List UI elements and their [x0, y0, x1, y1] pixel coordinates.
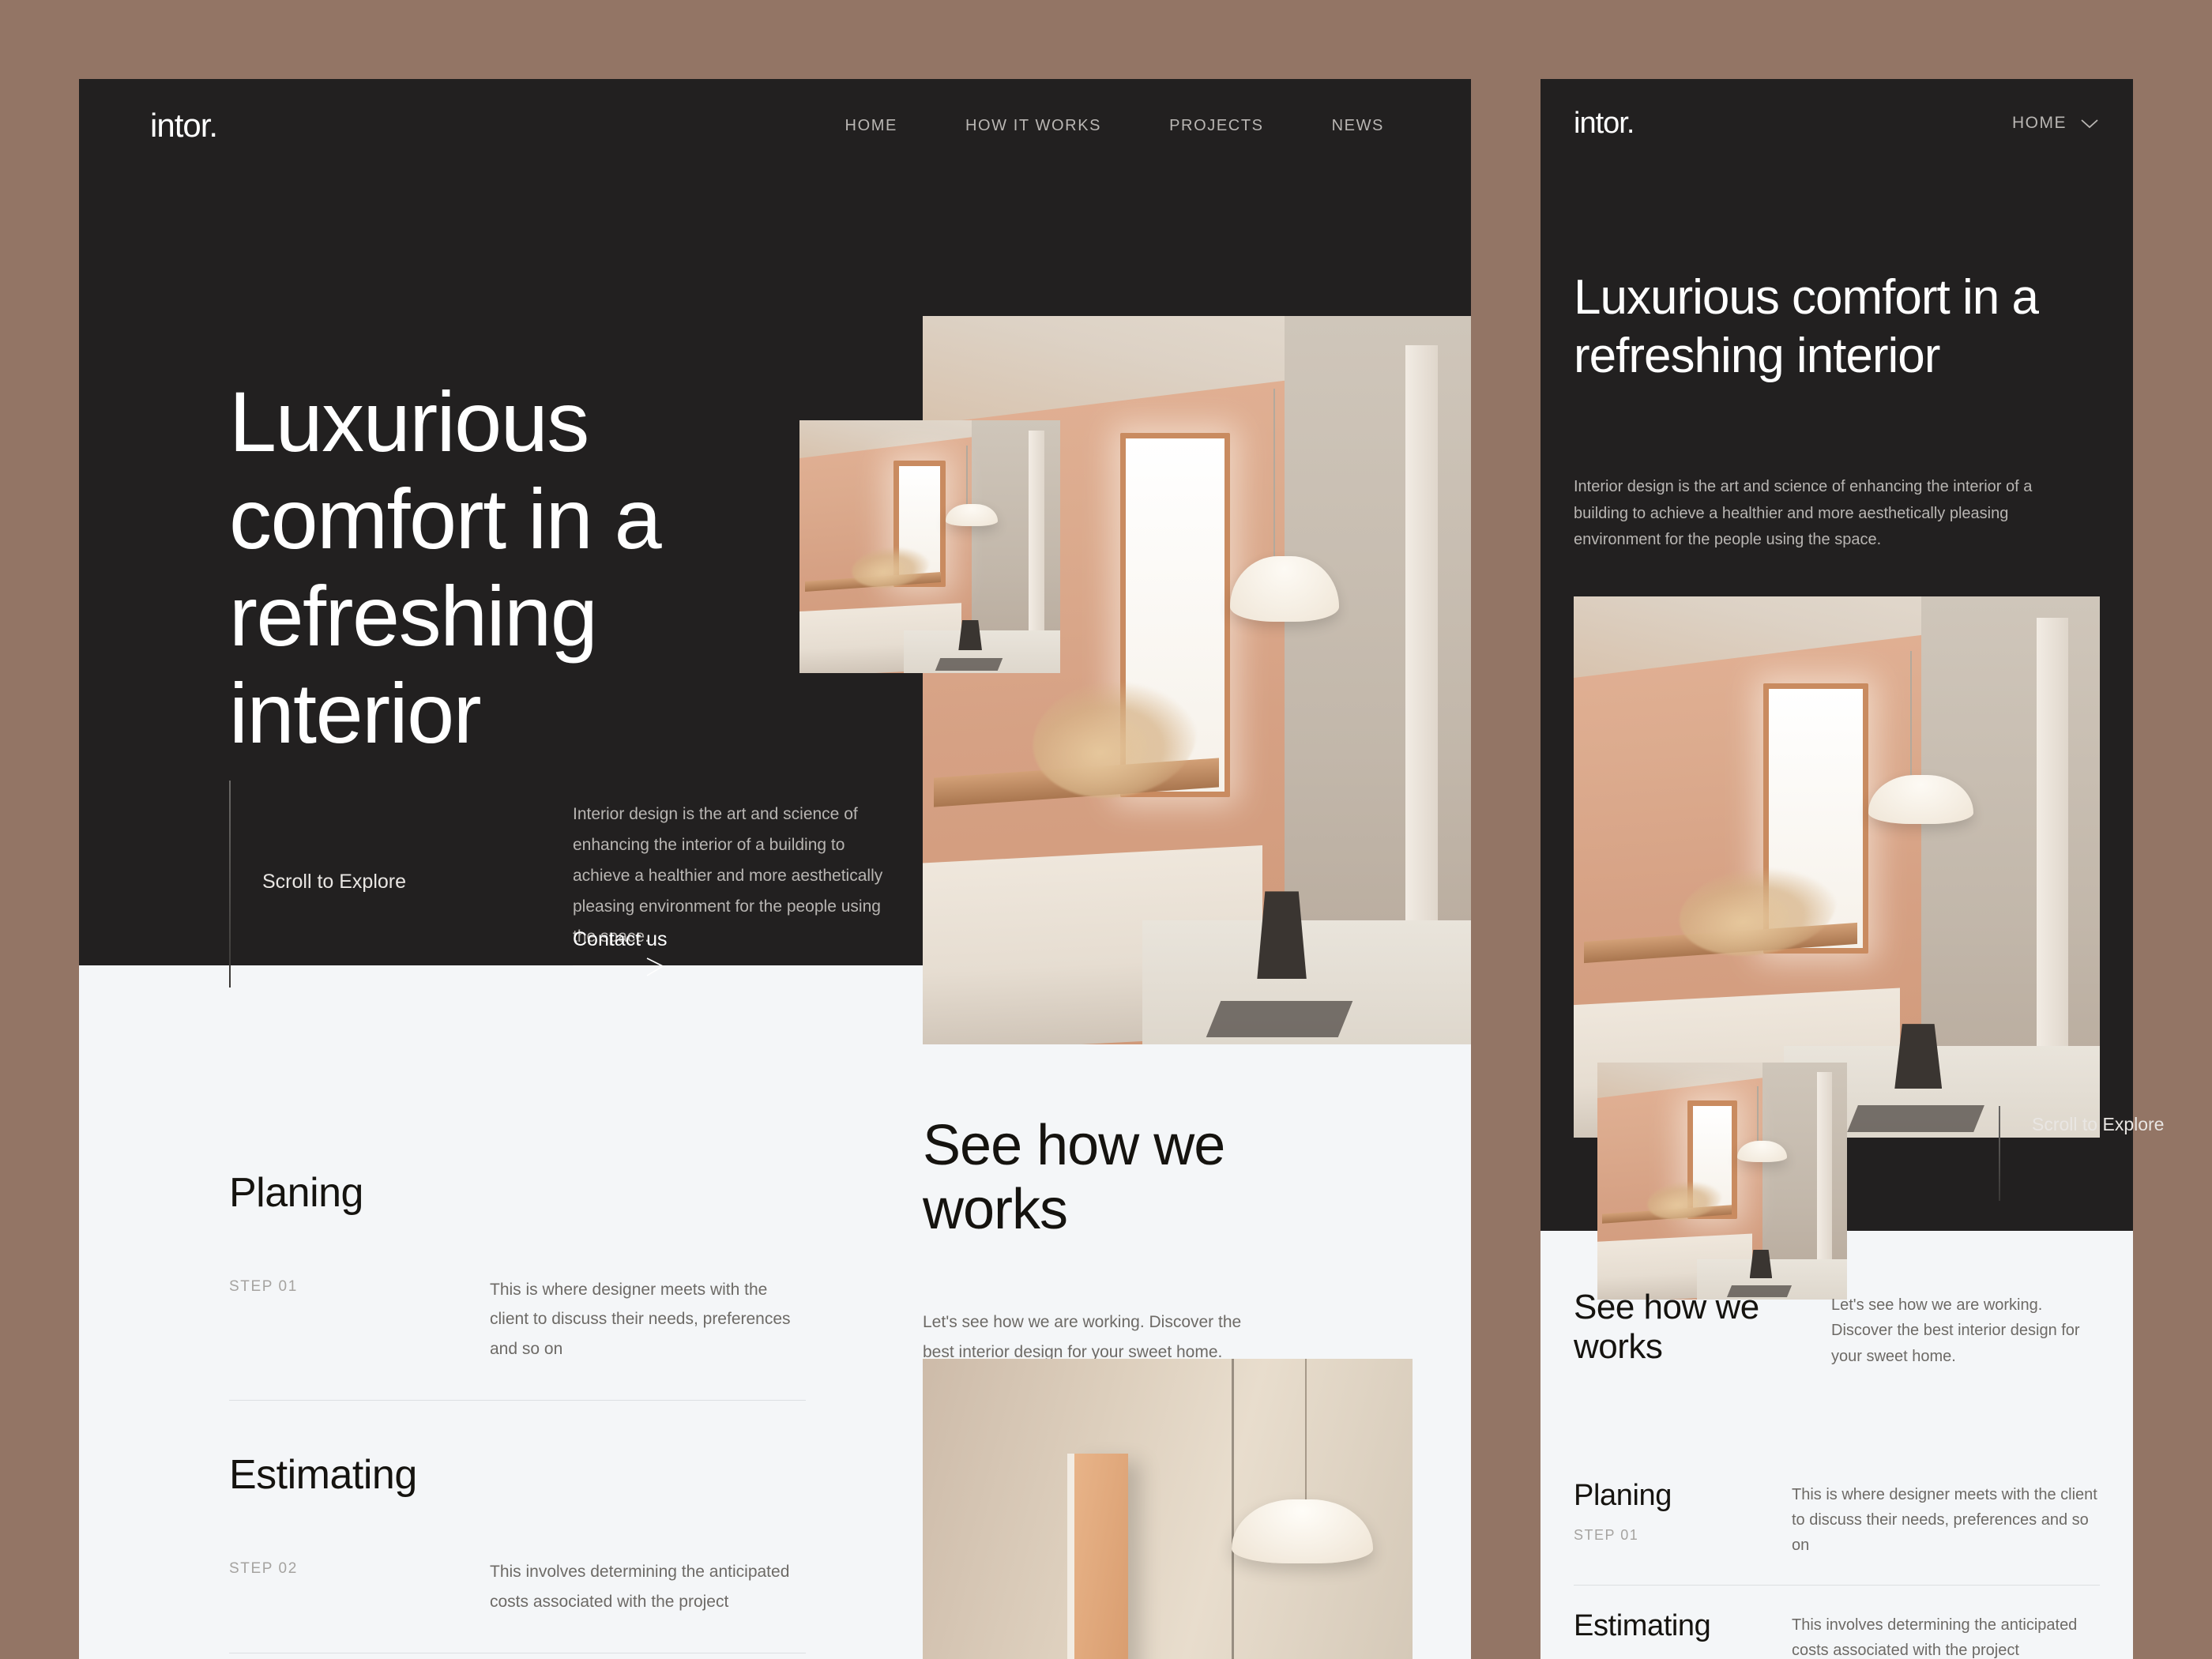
mobile-mockup: intor. HOME Luxurious comfort in a refre…	[1540, 79, 2133, 1659]
arrow-right-icon	[573, 957, 664, 976]
works-showcase-image	[923, 1359, 1413, 1659]
brand-logo[interactable]: intor.	[150, 107, 218, 145]
works-title: See how we works	[923, 1114, 1225, 1241]
step-description: This is where designer meets with the cl…	[490, 1281, 791, 1358]
mobile-step-title: Planing	[1574, 1479, 1672, 1512]
mobile-hero-paragraph: Interior design is the art and science o…	[1574, 478, 2033, 549]
mobile-scroll-to-explore-label[interactable]: Scroll to Explore	[2032, 1112, 2164, 1137]
step-item[interactable]: Planing STEP 01 This is where designer m…	[229, 1169, 806, 1400]
steps-list: Planing STEP 01 This is where designer m…	[229, 1169, 806, 1659]
scroll-to-explore-label[interactable]: Scroll to Explore	[262, 869, 406, 896]
mobile-menu-dropdown[interactable]: HOME	[2012, 114, 2100, 133]
step-number: STEP 02	[229, 1560, 298, 1578]
nav-link-how-it-works[interactable]: HOW IT WORKS	[965, 117, 1101, 135]
step-number: STEP 01	[229, 1278, 298, 1295]
mobile-works-title: See how we works	[1574, 1288, 1759, 1367]
step-description: This involves determining the anticipate…	[490, 1563, 790, 1611]
nav-link-news[interactable]: NEWS	[1332, 117, 1384, 135]
hero-title: Luxurious comfort in a refreshing interi…	[229, 374, 662, 762]
chevron-down-icon	[2081, 119, 2098, 129]
mobile-step-title: Estimating	[1574, 1609, 1711, 1642]
nav-link-home[interactable]: HOME	[845, 117, 897, 135]
mobile-menu-label: HOME	[2012, 114, 2067, 132]
mobile-navbar: intor. HOME	[1540, 79, 2133, 167]
step-item[interactable]: Building STEP 03 Designer begins to proc…	[229, 1652, 806, 1659]
desktop-hero-section: intor. HOME HOW IT WORKS PROJECTS NEWS L…	[79, 79, 1471, 1044]
mobile-hero-section: intor. HOME Luxurious comfort in a refre…	[1540, 79, 2133, 1300]
contact-us-link[interactable]: Contact us	[573, 928, 668, 976]
mobile-scroll-indicator-rule	[1999, 1106, 2000, 1201]
hero-image-thumbnail	[799, 420, 1060, 673]
mobile-hero-title: Luxurious comfort in a refreshing interi…	[1574, 270, 2039, 384]
nav-link-projects[interactable]: PROJECTS	[1169, 117, 1263, 135]
mobile-brand-logo[interactable]: intor.	[1574, 107, 1635, 141]
mobile-step-item[interactable]: Planing STEP 01 This is where designer m…	[1574, 1455, 2100, 1585]
nav-links: HOME HOW IT WORKS PROJECTS NEWS	[845, 117, 1400, 135]
step-title: Estimating	[229, 1452, 417, 1499]
mobile-step-description: This involves determining the anticipate…	[1792, 1616, 2078, 1659]
scroll-indicator-rule	[229, 781, 231, 988]
step-title: Planing	[229, 1170, 363, 1216]
mobile-works-header: See how we works Let's see how we are wo…	[1574, 1288, 2100, 1369]
mobile-works-subtitle: Let's see how we are working. Discover t…	[1831, 1296, 2080, 1365]
mobile-hero-image-main	[1574, 596, 2100, 1138]
step-item[interactable]: Estimating STEP 02 This involves determi…	[229, 1400, 806, 1653]
mobile-step-item[interactable]: Estimating STEP 02 This involves determi…	[1574, 1585, 2100, 1659]
desktop-navbar: intor. HOME HOW IT WORKS PROJECTS NEWS	[79, 79, 1471, 172]
mobile-steps-list: Planing STEP 01 This is where designer m…	[1574, 1455, 2100, 1659]
mobile-step-description: This is where designer meets with the cl…	[1792, 1486, 2097, 1554]
mobile-hero-image-thumbnail	[1597, 1063, 1847, 1300]
desktop-mockup: intor. HOME HOW IT WORKS PROJECTS NEWS L…	[79, 79, 1471, 1659]
contact-us-label: Contact us	[573, 928, 668, 950]
mobile-step-number: STEP 01	[1574, 1527, 1639, 1543]
